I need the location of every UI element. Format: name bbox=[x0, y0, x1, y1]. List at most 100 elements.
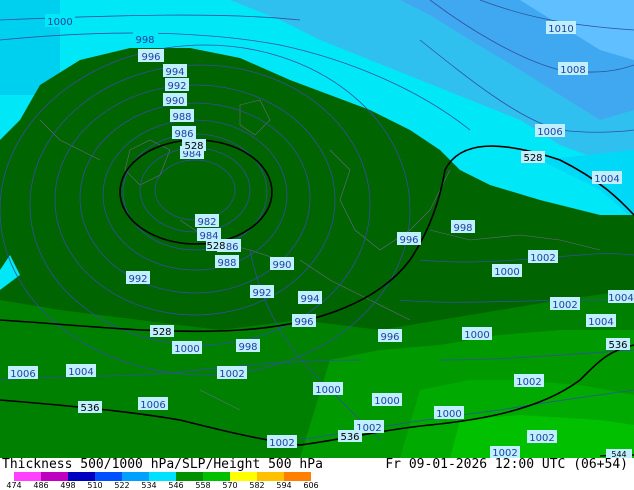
isobar-label: 1006 bbox=[8, 366, 38, 380]
isobar-label: 988 bbox=[170, 109, 194, 123]
svg-text:1000: 1000 bbox=[174, 344, 199, 355]
color-scale-swatch bbox=[203, 472, 230, 481]
isobar-label: 998 bbox=[133, 32, 158, 46]
isobar-label: 1000 bbox=[372, 393, 402, 407]
color-scale-swatch bbox=[149, 472, 176, 481]
isobar-label: 990 bbox=[270, 254, 294, 268]
weather-map: 1000 998 996 994 992 990 988 986 984 982… bbox=[0, 0, 634, 458]
svg-text:1004: 1004 bbox=[608, 293, 633, 304]
color-scale-label: 570 bbox=[222, 481, 238, 490]
color-scale-label: 510 bbox=[87, 481, 103, 490]
isobar-label: 994 bbox=[298, 290, 322, 305]
svg-text:1004: 1004 bbox=[588, 317, 613, 328]
svg-text:528: 528 bbox=[184, 141, 203, 152]
svg-text:1006: 1006 bbox=[140, 400, 165, 411]
isobar-label: 988 bbox=[215, 255, 239, 269]
isobar-label: 1000 bbox=[492, 264, 522, 278]
thickness-label: 536 bbox=[338, 430, 362, 443]
color-scale-label: 606 bbox=[303, 481, 319, 490]
color-scale-label: 534 bbox=[141, 481, 157, 490]
isobar-label: 998 bbox=[236, 339, 260, 353]
isobar-label: 1008 bbox=[558, 62, 588, 76]
isobar-label: 986 bbox=[172, 126, 196, 140]
isobar-label: 982 bbox=[195, 214, 219, 228]
svg-text:1000: 1000 bbox=[464, 330, 489, 341]
isobar-label: 1000 bbox=[172, 341, 202, 355]
thickness-label: 528 bbox=[206, 239, 226, 252]
svg-text:1002: 1002 bbox=[529, 433, 554, 444]
isobar-label: 992 bbox=[126, 271, 150, 285]
isobar-label: 990 bbox=[163, 93, 187, 107]
isobar-label: 996 bbox=[397, 232, 421, 246]
isobar-label: 1004 bbox=[608, 290, 634, 304]
color-scale-swatch bbox=[68, 472, 95, 481]
isobar-label: 992 bbox=[165, 78, 189, 92]
isobar-label: 1006 bbox=[138, 397, 168, 411]
isobar-label: 1002 bbox=[528, 250, 558, 264]
color-scale-swatch bbox=[95, 472, 122, 481]
svg-text:988: 988 bbox=[217, 258, 236, 269]
isobar-label: 996 bbox=[292, 314, 316, 328]
isobar-label: 1002 bbox=[527, 430, 557, 444]
isobar-label: 1004 bbox=[586, 314, 616, 328]
thickness-label: 536 bbox=[606, 338, 630, 351]
svg-text:1000: 1000 bbox=[494, 267, 519, 278]
isobar-label: 1010 bbox=[546, 21, 576, 35]
svg-text:982: 982 bbox=[197, 217, 216, 228]
color-scale-swatch bbox=[176, 472, 203, 481]
svg-text:992: 992 bbox=[167, 81, 186, 92]
isobar-label: 1004 bbox=[592, 171, 622, 185]
svg-text:1000: 1000 bbox=[315, 385, 340, 396]
svg-text:998: 998 bbox=[453, 223, 472, 234]
color-scale-swatch bbox=[122, 472, 149, 481]
color-scale-label: 474 bbox=[6, 481, 22, 490]
svg-text:1002: 1002 bbox=[516, 377, 541, 388]
color-scale-label: 546 bbox=[168, 481, 184, 490]
svg-text:996: 996 bbox=[294, 317, 313, 328]
color-scale-swatch bbox=[230, 472, 257, 481]
isobar-label: 1002 bbox=[217, 366, 247, 380]
color-scale-label: 486 bbox=[33, 481, 49, 490]
isobar-label: 992 bbox=[250, 285, 274, 299]
thickness-label: 528 bbox=[182, 139, 206, 152]
svg-text:1008: 1008 bbox=[560, 65, 585, 76]
isobar-label: 998 bbox=[451, 220, 475, 234]
isobar-label: 1000 bbox=[313, 382, 343, 396]
svg-text:986: 986 bbox=[174, 129, 193, 140]
map-title: Thickness 500/1000 hPa/SLP/Height 500 hP… bbox=[2, 457, 323, 472]
color-scale-label: 522 bbox=[114, 481, 130, 490]
isobar-label: 1002 bbox=[550, 297, 580, 311]
svg-text:1000: 1000 bbox=[374, 396, 399, 407]
svg-text:990: 990 bbox=[165, 96, 184, 107]
svg-text:528: 528 bbox=[206, 241, 225, 252]
map-valid-time: Fr 09-01-2026 12:00 UTC (06+54) bbox=[385, 457, 628, 472]
svg-text:996: 996 bbox=[399, 235, 418, 246]
svg-text:1000: 1000 bbox=[47, 17, 72, 28]
thickness-label: 528 bbox=[521, 151, 545, 164]
color-scale-label: 594 bbox=[276, 481, 292, 490]
color-scale-swatch bbox=[257, 472, 284, 481]
isobar-label: 1000 bbox=[462, 327, 492, 341]
isobar-label: 1006 bbox=[535, 124, 565, 138]
color-scale-swatch bbox=[41, 472, 68, 481]
svg-text:536: 536 bbox=[80, 403, 99, 414]
svg-text:1000: 1000 bbox=[436, 409, 461, 420]
isobar-label: 1000 bbox=[434, 406, 464, 420]
isobar-label: 1000 bbox=[45, 14, 75, 28]
color-scale-label: 582 bbox=[249, 481, 265, 490]
svg-text:1002: 1002 bbox=[530, 253, 555, 264]
svg-text:536: 536 bbox=[608, 340, 627, 351]
svg-text:528: 528 bbox=[523, 153, 542, 164]
thickness-label: 536 bbox=[78, 401, 102, 414]
isobar-label: 1002 bbox=[514, 374, 544, 388]
color-scale-bar bbox=[14, 472, 311, 481]
color-scale-label: 498 bbox=[60, 481, 76, 490]
svg-text:988: 988 bbox=[172, 112, 191, 123]
footer: Thickness 500/1000 hPa/SLP/Height 500 hP… bbox=[0, 457, 634, 490]
svg-text:996: 996 bbox=[380, 332, 399, 343]
svg-text:1004: 1004 bbox=[68, 367, 93, 378]
svg-text:998: 998 bbox=[135, 35, 154, 46]
svg-text:1010: 1010 bbox=[548, 24, 573, 35]
isobar-label: 1004 bbox=[66, 364, 96, 378]
svg-text:536: 536 bbox=[340, 432, 359, 443]
